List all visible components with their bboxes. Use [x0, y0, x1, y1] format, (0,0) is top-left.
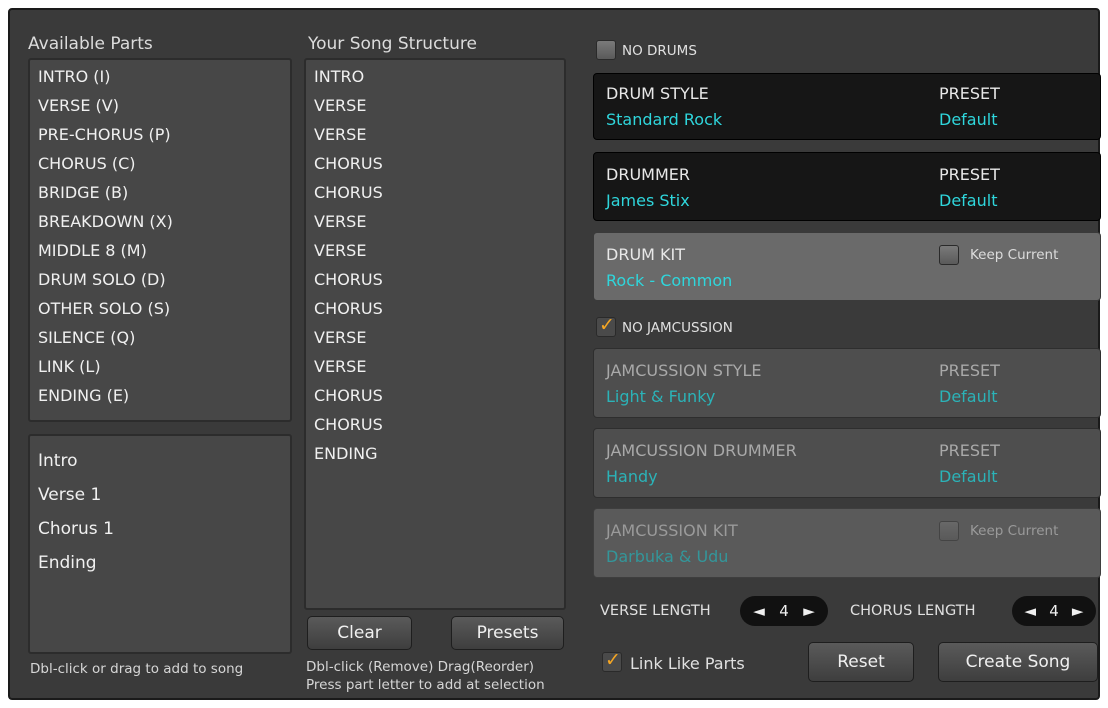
jamcussion-drummer-preset-label: PRESET — [939, 441, 1000, 460]
drum-style-panel[interactable]: DRUM STYLE Standard Rock PRESET Default — [593, 73, 1101, 140]
reset-button[interactable]: Reset — [808, 642, 914, 682]
verse-length-value: 4 — [779, 602, 789, 620]
song-structure-item[interactable]: CHORUS — [306, 381, 564, 410]
song-structure-item[interactable]: CHORUS — [306, 265, 564, 294]
drummer-value: James Stix — [606, 191, 690, 210]
available-part-item[interactable]: OTHER SOLO (S) — [30, 294, 290, 323]
drummer-preset-value[interactable]: Default — [939, 191, 997, 210]
chorus-length-stepper[interactable]: ◄ 4 ► — [1012, 596, 1096, 626]
jamcussion-kit-keep-current-label: Keep Current — [970, 523, 1059, 539]
jamcussion-kit-keep-current-checkbox[interactable] — [939, 521, 959, 541]
jamcussion-drummer-label: JAMCUSSION DRUMMER — [606, 441, 797, 460]
jamcussion-style-preset-label: PRESET — [939, 361, 1000, 380]
verse-length-label: VERSE LENGTH — [600, 603, 711, 619]
jamcussion-style-label: JAMCUSSION STYLE — [606, 361, 762, 380]
song-structure-item[interactable]: ENDING — [306, 439, 564, 468]
song-structure-item[interactable]: VERSE — [306, 352, 564, 381]
available-part-item[interactable]: CHORUS (C) — [30, 149, 290, 178]
clear-button[interactable]: Clear — [307, 616, 412, 650]
song-structure-item[interactable]: CHORUS — [306, 410, 564, 439]
drummer-label: DRUMMER — [606, 165, 690, 184]
jamcussion-drummer-panel[interactable]: JAMCUSSION DRUMMER Handy PRESET Default — [593, 428, 1101, 498]
song-structure-title: Your Song Structure — [308, 34, 477, 54]
song-structure-item[interactable]: VERSE — [306, 236, 564, 265]
drum-kit-value: Rock - Common — [606, 271, 733, 290]
chorus-length-decrement-icon[interactable]: ◄ — [1025, 602, 1037, 620]
song-structure-item[interactable]: VERSE — [306, 91, 564, 120]
chorus-length-value: 4 — [1049, 602, 1059, 620]
drummer-panel[interactable]: DRUMMER James Stix PRESET Default — [593, 152, 1101, 221]
song-structure-item[interactable]: CHORUS — [306, 149, 564, 178]
available-part-item[interactable]: SILENCE (Q) — [30, 323, 290, 352]
jamcussion-kit-value: Darbuka & Udu — [606, 547, 729, 566]
jamcussion-style-value: Light & Funky — [606, 387, 716, 406]
drum-style-preset-label: PRESET — [939, 84, 1000, 103]
jamcussion-style-panel[interactable]: JAMCUSSION STYLE Light & Funky PRESET De… — [593, 348, 1101, 418]
no-jamcussion-checkbox[interactable] — [596, 314, 616, 337]
drum-style-value: Standard Rock — [606, 110, 723, 129]
jamcussion-kit-panel[interactable]: JAMCUSSION KIT Darbuka & Udu Keep Curren… — [593, 508, 1101, 578]
link-like-parts-checkbox[interactable] — [602, 649, 622, 672]
verse-length-stepper[interactable]: ◄ 4 ► — [740, 596, 828, 626]
drum-style-preset-value[interactable]: Default — [939, 110, 997, 129]
named-part-item[interactable]: Ending — [30, 546, 290, 580]
available-part-item[interactable]: MIDDLE 8 (M) — [30, 236, 290, 265]
named-part-item[interactable]: Verse 1 — [30, 478, 290, 512]
drummer-preset-label: PRESET — [939, 165, 1000, 184]
available-part-item[interactable]: ENDING (E) — [30, 381, 290, 410]
structure-hint-1: Dbl-click (Remove) Drag(Reorder) — [306, 659, 535, 675]
structure-hint-2: Press part letter to add at selection — [306, 677, 545, 693]
available-part-item[interactable]: BRIDGE (B) — [30, 178, 290, 207]
available-parts-title: Available Parts — [28, 34, 153, 54]
song-structure-item[interactable]: CHORUS — [306, 178, 564, 207]
available-parts-list[interactable]: INTRO (I) VERSE (V) PRE-CHORUS (P) CHORUS (… — [28, 58, 292, 422]
named-parts-list[interactable]: Intro Verse 1 Chorus 1 Ending — [28, 434, 292, 654]
song-structure-item[interactable]: VERSE — [306, 207, 564, 236]
song-structure-list[interactable]: INTRO VERSE VERSE CHORUS CHORUS VERSE VERSE CHO… — [304, 58, 566, 610]
jamcussion-drummer-preset-value[interactable]: Default — [939, 467, 997, 486]
available-part-item[interactable]: PRE-CHORUS (P) — [30, 120, 290, 149]
song-structure-item[interactable]: VERSE — [306, 323, 564, 352]
available-parts-hint: Dbl-click or drag to add to song — [30, 661, 244, 677]
song-builder-window: Available Parts INTRO (I) VERSE (V) PRE-CH… — [8, 8, 1101, 700]
verse-length-increment-icon[interactable]: ► — [803, 602, 815, 620]
named-part-item[interactable]: Intro — [30, 444, 290, 478]
create-song-button[interactable]: Create Song — [938, 642, 1098, 682]
jamcussion-drummer-value: Handy — [606, 467, 658, 486]
available-part-item[interactable]: VERSE (V) — [30, 91, 290, 120]
chorus-length-increment-icon[interactable]: ► — [1072, 602, 1084, 620]
song-structure-item[interactable]: VERSE — [306, 120, 564, 149]
drum-style-label: DRUM STYLE — [606, 84, 709, 103]
available-part-item[interactable]: LINK (L) — [30, 352, 290, 381]
available-part-item[interactable]: BREAKDOWN (X) — [30, 207, 290, 236]
jamcussion-style-preset-value[interactable]: Default — [939, 387, 997, 406]
song-structure-item[interactable]: CHORUS — [306, 294, 564, 323]
no-drums-checkbox[interactable] — [596, 40, 616, 60]
drum-kit-keep-current-checkbox[interactable] — [939, 245, 959, 265]
available-part-item[interactable]: INTRO (I) — [30, 62, 290, 91]
link-like-parts-label: Link Like Parts — [630, 654, 745, 673]
verse-length-decrement-icon[interactable]: ◄ — [753, 602, 765, 620]
presets-button[interactable]: Presets — [451, 616, 564, 650]
drum-kit-keep-current-label: Keep Current — [970, 247, 1059, 263]
available-part-item[interactable]: DRUM SOLO (D) — [30, 265, 290, 294]
drum-kit-label: DRUM KIT — [606, 245, 686, 264]
song-structure-item[interactable]: INTRO — [306, 62, 564, 91]
no-jamcussion-label: NO JAMCUSSION — [622, 320, 733, 336]
jamcussion-kit-label: JAMCUSSION KIT — [606, 521, 738, 540]
named-part-item[interactable]: Chorus 1 — [30, 512, 290, 546]
chorus-length-label: CHORUS LENGTH — [850, 603, 976, 619]
drum-kit-panel[interactable]: DRUM KIT Rock - Common Keep Current — [593, 232, 1101, 301]
no-drums-label: NO DRUMS — [622, 43, 697, 59]
